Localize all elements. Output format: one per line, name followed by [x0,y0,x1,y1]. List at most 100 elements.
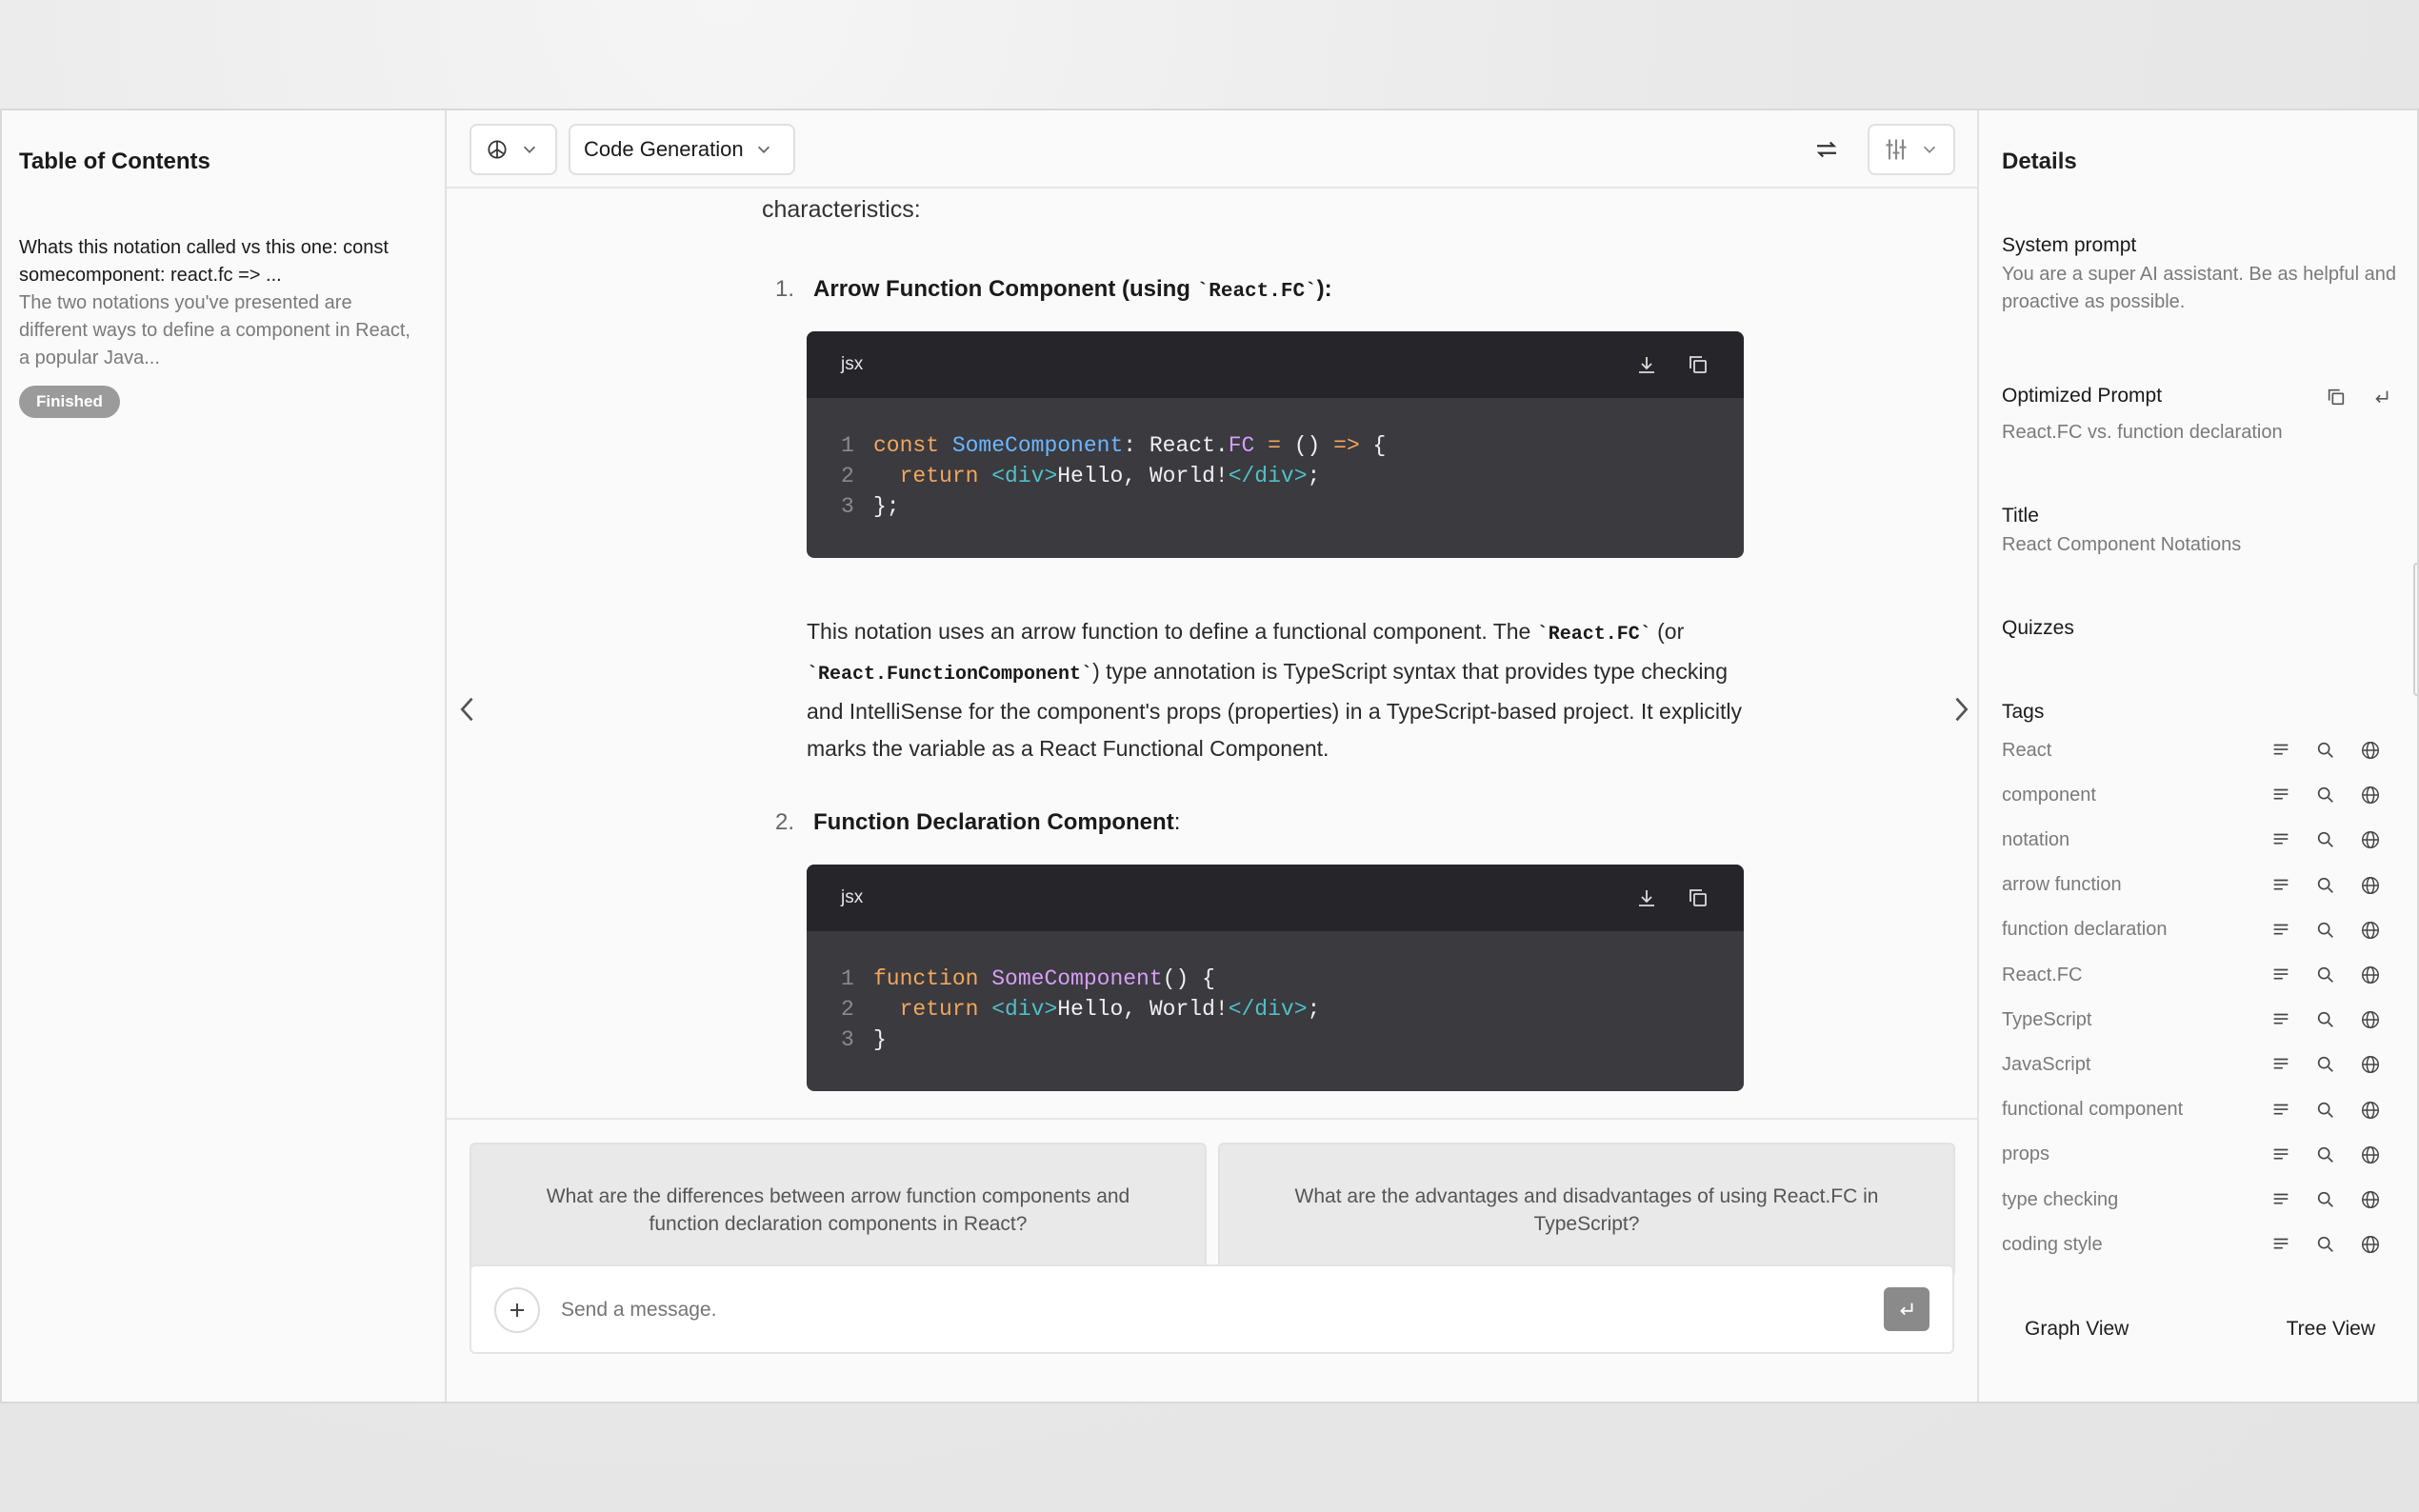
summary-lines-icon[interactable] [2258,829,2303,850]
globe-icon[interactable] [2348,1189,2392,1210]
search-icon[interactable] [2303,1100,2348,1121]
globe-icon[interactable] [2348,829,2392,850]
model-selector[interactable] [470,124,557,175]
scrollbar[interactable] [2413,563,2417,696]
code-language: jsx [841,887,864,907]
summary-lines-icon[interactable] [2258,740,2303,761]
globe-icon[interactable] [2348,1054,2392,1075]
send-button[interactable] [1884,1287,1929,1331]
enter-icon[interactable] [2371,387,2392,408]
suggestion-card[interactable]: What are the differences between arrow f… [470,1143,1207,1278]
code-line: 1 function SomeComponent() { [841,966,1215,991]
code-line: 1 const SomeComponent: React.FC = () => { [841,433,1387,458]
summary-lines-icon[interactable] [2258,1189,2303,1210]
tag-label[interactable]: TypeScript [2002,1009,2258,1031]
tag-label[interactable]: component [2002,785,2258,806]
tag-label[interactable]: React.FC [2002,965,2258,986]
list-number: 1. [775,276,795,302]
summary-lines-icon[interactable] [2258,1234,2303,1255]
download-icon[interactable] [1635,353,1658,376]
copy-icon[interactable] [1687,886,1709,909]
search-icon[interactable] [2303,1009,2348,1030]
download-icon[interactable] [1635,886,1658,909]
sliders-icon [1883,136,1909,163]
search-icon[interactable] [2303,1144,2348,1165]
summary-lines-icon[interactable] [2258,1054,2303,1075]
tag-label[interactable]: React [2002,740,2258,762]
tree-view-tab[interactable]: Tree View [2287,1318,2375,1341]
app-window: Table of Contents Whats this notation ca… [0,109,2419,1403]
search-icon[interactable] [2303,1054,2348,1075]
tag-label[interactable]: notation [2002,829,2258,851]
summary-lines-icon[interactable] [2258,875,2303,896]
globe-icon[interactable] [2348,740,2392,761]
message-input[interactable] [561,1287,1799,1333]
globe-icon[interactable] [2348,1234,2392,1255]
globe-icon[interactable] [2348,920,2392,941]
summary-lines-icon[interactable] [2258,1100,2303,1121]
summary-lines-icon[interactable] [2258,1144,2303,1165]
search-icon[interactable] [2303,785,2348,806]
chevron-down-icon [521,141,538,158]
code-line: 3}; [841,494,900,519]
globe-icon[interactable] [2348,1144,2392,1165]
title-label: Title [2002,505,2039,527]
tag-row: TypeScript [2002,1005,2392,1034]
search-icon[interactable] [2303,920,2348,941]
status-badge: Finished [19,386,120,418]
tag-label[interactable]: functional component [2002,1099,2258,1121]
message-content: characteristics: 1. Arrow Function Compo… [447,189,1977,1226]
globe-icon[interactable] [2348,1100,2392,1121]
tag-row: notation [2002,826,2392,854]
globe-icon[interactable] [2348,1009,2392,1030]
search-icon[interactable] [2303,1189,2348,1210]
tag-label[interactable]: JavaScript [2002,1054,2258,1076]
summary-lines-icon[interactable] [2258,920,2303,941]
list-item-heading: 1. Arrow Function Component (using `Reac… [775,276,1332,303]
tag-row: type checking [2002,1185,2392,1214]
summary-lines-icon[interactable] [2258,785,2303,806]
tag-label[interactable]: coding style [2002,1234,2258,1256]
tag-label[interactable]: function declaration [2002,919,2258,941]
copy-icon[interactable] [1687,353,1709,376]
globe-icon[interactable] [2348,785,2392,806]
plus-icon [508,1301,527,1320]
previous-arrow-icon[interactable] [456,693,479,726]
summary-lines-icon[interactable] [2258,965,2303,985]
optimized-prompt-label: Optimized Prompt [2002,385,2163,407]
view-tabs: Graph View Tree View [1979,1318,2417,1341]
next-arrow-icon[interactable] [1949,693,1972,726]
search-icon[interactable] [2303,740,2348,761]
code-header: jsx [807,331,1744,398]
system-prompt-label: System prompt [2002,234,2137,256]
search-icon[interactable] [2303,875,2348,896]
tag-row: functional component [2002,1096,2392,1124]
graph-view-tab[interactable]: Graph View [2025,1318,2129,1341]
settings-selector[interactable] [1868,124,1955,175]
add-attachment-button[interactable] [494,1287,540,1333]
globe-icon[interactable] [2348,965,2392,985]
chat-main: Code Generation characteristics: 1. Arro… [447,110,1977,1402]
copy-icon[interactable] [2326,387,2347,408]
regenerate-button[interactable] [1799,124,1856,175]
summary-lines-icon[interactable] [2258,1009,2303,1030]
tag-label[interactable]: type checking [2002,1189,2258,1211]
mode-selector[interactable]: Code Generation [569,124,795,175]
system-prompt-value: You are a super AI assistant. Be as help… [2002,264,2396,312]
search-icon[interactable] [2303,965,2348,985]
tag-label[interactable]: arrow function [2002,874,2258,896]
lead-text: characteristics: [762,196,921,223]
code-language: jsx [841,354,864,374]
tags-label: Tags [2002,701,2045,723]
toc-item[interactable]: Whats this notation called vs this one: … [19,234,419,418]
explanation-paragraph: This notation uses an arrow function to … [807,619,1742,761]
list-heading-text: Arrow Function Component (using `React.F… [813,276,1332,303]
chat-toolbar: Code Generation [447,110,1977,189]
search-icon[interactable] [2303,1234,2348,1255]
suggestion-card[interactable]: What are the advantages and disadvantage… [1218,1143,1955,1278]
tag-row: component [2002,781,2392,809]
search-icon[interactable] [2303,829,2348,850]
globe-icon[interactable] [2348,875,2392,896]
tag-label[interactable]: props [2002,1144,2258,1165]
tag-row: JavaScript [2002,1050,2392,1079]
